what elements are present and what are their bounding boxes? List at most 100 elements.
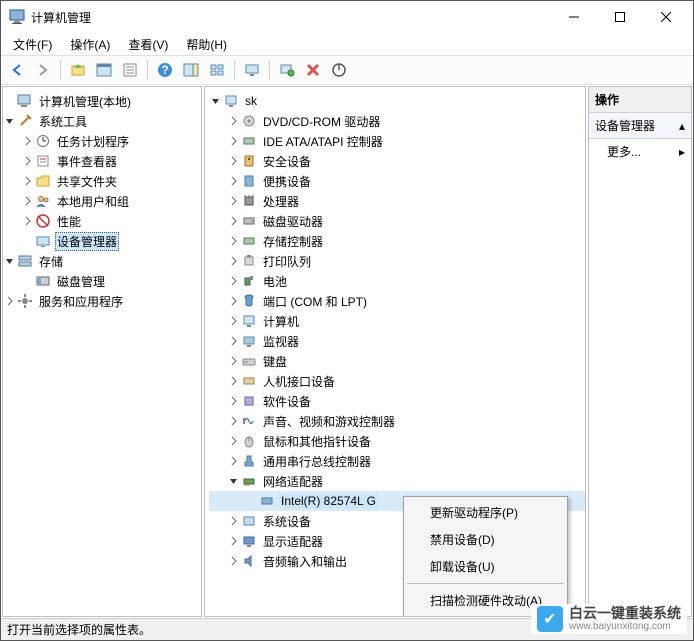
tree-item[interactable]: 端口 (COM 和 LPT): [209, 291, 585, 311]
tree-item[interactable]: 性能: [3, 211, 201, 231]
tree-item[interactable]: IDE ATA/ATAPI 控制器: [209, 131, 585, 151]
tree-item[interactable]: 存储: [3, 251, 201, 271]
expand-icon[interactable]: [227, 154, 241, 168]
help-button[interactable]: ?: [153, 58, 177, 82]
expand-icon[interactable]: [227, 514, 241, 528]
forward-button[interactable]: [31, 58, 55, 82]
menu-file[interactable]: 文件(F): [5, 34, 60, 55]
tree-item[interactable]: 便携设备: [209, 171, 585, 191]
tree-item[interactable]: 存储控制器: [209, 231, 585, 251]
ctx-update-driver[interactable]: 更新驱动程序(P): [406, 499, 565, 526]
tree-item[interactable]: 计算机管理(本地): [3, 91, 201, 111]
tree-item[interactable]: 电池: [209, 271, 585, 291]
tree-item[interactable]: 设备管理器: [3, 231, 201, 251]
tree-item[interactable]: 网络适配器: [209, 471, 585, 491]
tree-item[interactable]: 事件查看器: [3, 151, 201, 171]
expand-icon[interactable]: [21, 154, 35, 168]
up-button[interactable]: [66, 58, 90, 82]
node-icon: [241, 473, 257, 489]
expand-icon[interactable]: [21, 214, 35, 228]
minimize-button[interactable]: [551, 2, 597, 32]
actions-more[interactable]: 更多... ▸: [589, 139, 691, 164]
show-hide-tree-button[interactable]: [92, 58, 116, 82]
tree-item-label: 事件查看器: [55, 152, 119, 171]
expand-icon[interactable]: [227, 174, 241, 188]
tree-item-label: 软件设备: [261, 392, 313, 411]
tree-item[interactable]: 打印队列: [209, 251, 585, 271]
tree-item[interactable]: 系统工具: [3, 111, 201, 131]
view-button[interactable]: [205, 58, 229, 82]
tree-item[interactable]: 共享文件夹: [3, 171, 201, 191]
expand-icon[interactable]: [227, 334, 241, 348]
close-button[interactable]: [643, 2, 689, 32]
titlebar: 计算机管理: [1, 1, 693, 33]
tree-item[interactable]: 监视器: [209, 331, 585, 351]
tree-item[interactable]: 本地用户和组: [3, 191, 201, 211]
tree-item[interactable]: 任务计划程序: [3, 131, 201, 151]
actions-section[interactable]: 设备管理器 ▴: [589, 113, 691, 139]
tree-item[interactable]: sk: [209, 91, 585, 111]
expand-icon[interactable]: [227, 474, 241, 488]
expand-icon[interactable]: [227, 134, 241, 148]
node-icon: [259, 493, 275, 509]
menu-action[interactable]: 操作(A): [62, 34, 118, 55]
tree-item[interactable]: 安全设备: [209, 151, 585, 171]
ctx-uninstall-device[interactable]: 卸载设备(U): [406, 553, 565, 580]
tree-item[interactable]: 软件设备: [209, 391, 585, 411]
menu-view[interactable]: 查看(V): [120, 34, 176, 55]
scope-pane[interactable]: 计算机管理(本地)系统工具任务计划程序事件查看器共享文件夹本地用户和组性能设备管…: [2, 86, 202, 617]
enable-button[interactable]: [327, 58, 351, 82]
tree-item[interactable]: 通用串行总线控制器: [209, 451, 585, 471]
expand-icon[interactable]: [227, 414, 241, 428]
node-icon: [241, 333, 257, 349]
action-pane-button[interactable]: [179, 58, 203, 82]
expand-icon[interactable]: [21, 174, 35, 188]
tree-item-label: 便携设备: [261, 172, 313, 191]
expand-icon[interactable]: [227, 254, 241, 268]
tree-item[interactable]: 键盘: [209, 351, 585, 371]
expand-icon[interactable]: [227, 294, 241, 308]
remove-button[interactable]: [301, 58, 325, 82]
tree-item[interactable]: DVD/CD-ROM 驱动器: [209, 111, 585, 131]
maximize-button[interactable]: [597, 2, 643, 32]
expand-icon[interactable]: [227, 274, 241, 288]
menu-help[interactable]: 帮助(H): [178, 34, 235, 55]
properties-button[interactable]: [118, 58, 142, 82]
expand-icon[interactable]: [227, 314, 241, 328]
expand-icon[interactable]: [227, 374, 241, 388]
result-pane[interactable]: skDVD/CD-ROM 驱动器IDE ATA/ATAPI 控制器安全设备便携设…: [204, 86, 586, 617]
expand-icon[interactable]: [227, 194, 241, 208]
tree-item[interactable]: 处理器: [209, 191, 585, 211]
node-icon: [241, 293, 257, 309]
expand-icon[interactable]: [227, 534, 241, 548]
expand-icon[interactable]: [227, 434, 241, 448]
expand-icon[interactable]: [227, 114, 241, 128]
tree-item[interactable]: 服务和应用程序: [3, 291, 201, 311]
tree-item[interactable]: 声音、视频和游戏控制器: [209, 411, 585, 431]
actions-header: 操作: [589, 87, 691, 113]
expand-icon[interactable]: [227, 234, 241, 248]
tree-item[interactable]: 计算机: [209, 311, 585, 331]
tree-item[interactable]: 人机接口设备: [209, 371, 585, 391]
expand-icon[interactable]: [3, 254, 17, 268]
tree-item[interactable]: 鼠标和其他指针设备: [209, 431, 585, 451]
expand-icon[interactable]: [227, 454, 241, 468]
tree-item[interactable]: 磁盘驱动器: [209, 211, 585, 231]
tree-item-label: 安全设备: [261, 152, 313, 171]
expand-icon[interactable]: [209, 94, 223, 108]
expand-icon[interactable]: [21, 194, 35, 208]
node-icon: [241, 513, 257, 529]
expand-icon[interactable]: [3, 114, 17, 128]
expand-icon[interactable]: [227, 394, 241, 408]
expand-icon[interactable]: [21, 134, 35, 148]
expand-icon[interactable]: [3, 294, 17, 308]
scan-hardware-button[interactable]: [275, 58, 299, 82]
expand-icon[interactable]: [227, 554, 241, 568]
back-button[interactable]: [5, 58, 29, 82]
actions-more-label: 更多...: [607, 143, 641, 160]
ctx-disable-device[interactable]: 禁用设备(D): [406, 526, 565, 553]
computer-icon-button[interactable]: [240, 58, 264, 82]
tree-item[interactable]: 磁盘管理: [3, 271, 201, 291]
expand-icon[interactable]: [227, 214, 241, 228]
expand-icon[interactable]: [227, 354, 241, 368]
